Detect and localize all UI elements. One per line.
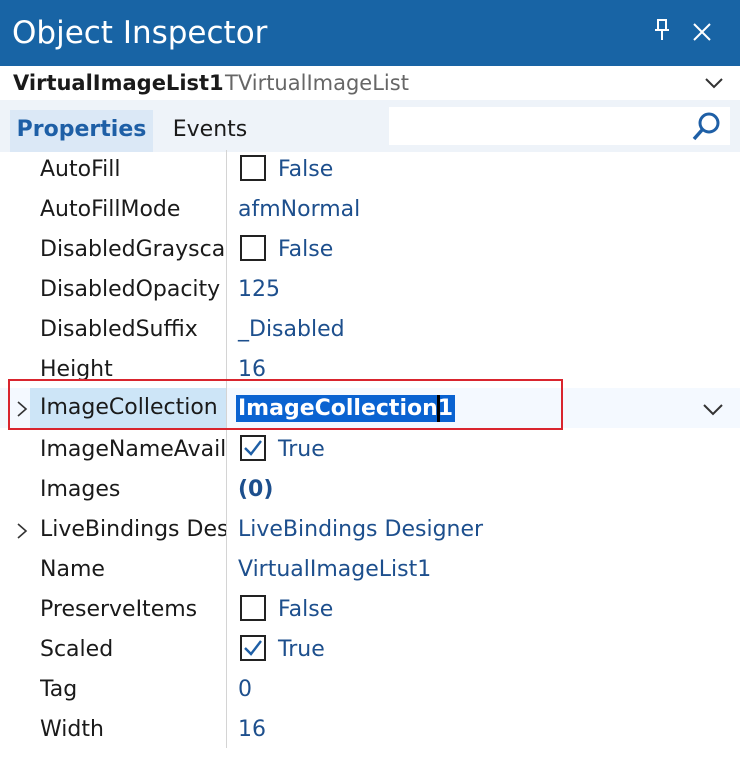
property-value: LiveBindings Designer xyxy=(238,517,484,542)
property-row-autofillmode[interactable]: AutoFillMode afmNormal xyxy=(0,190,740,230)
property-name: AutoFill xyxy=(40,157,121,182)
property-row-images[interactable]: Images (0) xyxy=(0,470,740,510)
property-row-scaled[interactable]: Scaled True xyxy=(0,630,740,670)
property-row-width[interactable]: Width 16 xyxy=(0,710,740,750)
property-value: afmNormal xyxy=(238,197,361,222)
property-name: DisabledOpacity xyxy=(40,277,221,302)
property-row-preserveitems[interactable]: PreserveItems False xyxy=(0,590,740,630)
chevron-down-icon[interactable] xyxy=(700,397,726,423)
property-value: 16 xyxy=(238,717,266,742)
property-value: False xyxy=(278,597,334,622)
property-value: VirtualImageList1 xyxy=(238,557,432,582)
property-value: 0 xyxy=(238,677,252,702)
search-icon[interactable] xyxy=(690,110,724,144)
property-name: Images xyxy=(40,477,121,502)
tab-properties[interactable]: Properties xyxy=(10,110,153,152)
property-grid: AutoFill False AutoFillMode afmNormal Di… xyxy=(0,150,740,768)
property-value: 125 xyxy=(238,277,280,302)
property-name: DisabledGrayscale xyxy=(40,237,226,262)
property-value: True xyxy=(278,637,325,662)
checkbox[interactable] xyxy=(240,155,266,181)
property-name: PreserveItems xyxy=(40,597,198,622)
property-row-disabledgrayscale[interactable]: DisabledGrayscale False xyxy=(0,230,740,270)
property-name: LiveBindings Designer xyxy=(40,517,226,542)
tab-events[interactable]: Events xyxy=(160,110,260,152)
property-row-name[interactable]: Name VirtualImageList1 xyxy=(0,550,740,590)
title-bar: Object Inspector xyxy=(0,0,740,66)
checkbox[interactable] xyxy=(240,595,266,621)
pin-icon[interactable] xyxy=(644,14,680,50)
close-icon[interactable] xyxy=(684,14,720,50)
column-divider xyxy=(226,150,227,748)
checkbox[interactable] xyxy=(240,435,266,461)
property-name: Tag xyxy=(40,677,78,702)
search-input[interactable] xyxy=(389,107,730,145)
property-name: Scaled xyxy=(40,637,114,662)
property-row-disabledopacity[interactable]: DisabledOpacity 125 xyxy=(0,270,740,310)
checkbox[interactable] xyxy=(240,235,266,261)
property-name: DisabledSuffix xyxy=(40,317,198,342)
property-row-autofill[interactable]: AutoFill False xyxy=(0,150,740,190)
property-name: ImageNameAvailable xyxy=(40,437,226,462)
highlight-box xyxy=(8,379,563,430)
property-row-livebindings-designer[interactable]: LiveBindings Designer LiveBindings Desig… xyxy=(0,510,740,550)
chevron-down-icon[interactable] xyxy=(701,70,727,96)
property-value: True xyxy=(278,437,325,462)
property-value: False xyxy=(278,157,334,182)
object-selector[interactable]: VirtualImageList1 TVirtualImageList xyxy=(0,66,740,100)
checkbox[interactable] xyxy=(240,635,266,661)
checkmark-icon xyxy=(244,440,262,456)
checkmark-icon xyxy=(244,640,262,656)
property-row-disabledsuffix[interactable]: DisabledSuffix _Disabled xyxy=(0,310,740,350)
window-title: Object Inspector xyxy=(12,15,268,51)
chevron-right-icon[interactable] xyxy=(14,522,30,540)
property-row-tag[interactable]: Tag 0 xyxy=(0,670,740,710)
property-name: Width xyxy=(40,717,104,742)
property-row-imagenameavailable[interactable]: ImageNameAvailable True xyxy=(0,430,740,470)
property-value: (0) xyxy=(238,477,274,502)
object-class: TVirtualImageList xyxy=(225,71,409,95)
property-value: _Disabled xyxy=(238,317,345,342)
property-value: False xyxy=(278,237,334,262)
property-name: Name xyxy=(40,557,105,582)
property-name: AutoFillMode xyxy=(40,197,181,222)
object-name: VirtualImageList1 xyxy=(13,71,224,95)
